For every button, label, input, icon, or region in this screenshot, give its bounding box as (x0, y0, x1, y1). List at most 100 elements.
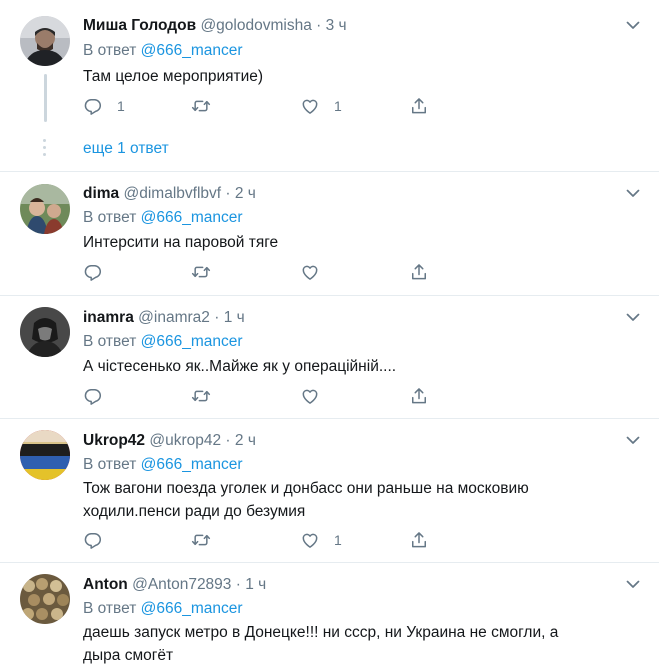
avatar[interactable] (20, 184, 70, 234)
tweet-text: Там целое мероприятие) (83, 68, 264, 85)
share-icon (409, 262, 429, 282)
retweet-icon (191, 386, 211, 406)
share-button[interactable] (409, 95, 429, 117)
retweet-button[interactable] (191, 529, 211, 551)
chevron-down-icon[interactable] (625, 185, 641, 201)
reply-button[interactable]: 1 (83, 95, 125, 117)
tweet-header: Anton @Anton72893 · 1 ч (83, 575, 266, 595)
chevron-down-icon[interactable] (625, 432, 641, 448)
timestamp[interactable]: 1 ч (245, 576, 266, 593)
like-button[interactable]: 1 (300, 529, 342, 551)
reply-prefix: В ответ (83, 42, 137, 59)
share-button[interactable] (409, 261, 429, 283)
reply-icon (83, 386, 103, 406)
author-name[interactable]: Ukrop42 (83, 432, 145, 449)
reply-context: В ответ @666_mancer (83, 208, 243, 228)
tweet-actions (83, 261, 443, 283)
reply-mention-link[interactable]: @666_mancer (141, 456, 243, 473)
tweet-header: Миша Голодов @golodovmisha · 3 ч (83, 16, 347, 36)
share-icon (409, 530, 429, 550)
author-handle[interactable]: @golodovmisha (200, 17, 311, 34)
tweet-actions: 1 (83, 529, 443, 551)
reply-context: В ответ @666_mancer (83, 41, 243, 61)
chevron-down-icon[interactable] (625, 17, 641, 33)
tweet[interactable]: dima @dimalbvflbvf · 2 ч В ответ @666_ma… (0, 172, 659, 296)
reply-prefix: В ответ (83, 456, 137, 473)
like-icon (300, 530, 320, 550)
tweet-text: А чістесенько як..Майже як у операційній… (83, 358, 397, 375)
timestamp[interactable]: 2 ч (235, 432, 256, 449)
share-button[interactable] (409, 385, 429, 407)
show-more-replies-link[interactable]: еще 1 ответ (83, 140, 169, 158)
thread-dots (43, 139, 47, 161)
share-icon (409, 386, 429, 406)
like-icon (300, 262, 320, 282)
separator-dot: · (225, 185, 231, 202)
author-handle[interactable]: @ukrop42 (149, 432, 221, 449)
share-button[interactable] (409, 529, 429, 551)
author-name[interactable]: dima (83, 185, 119, 202)
reply-mention-link[interactable]: @666_mancer (141, 333, 243, 350)
reply-context: В ответ @666_mancer (83, 455, 243, 475)
avatar[interactable] (20, 307, 70, 357)
like-icon (300, 386, 320, 406)
chevron-down-icon[interactable] (625, 309, 641, 325)
tweet-actions (83, 385, 443, 407)
author-handle[interactable]: @dimalbvflbvf (124, 185, 222, 202)
like-count: 1 (334, 532, 342, 548)
like-button[interactable] (300, 261, 320, 283)
avatar[interactable] (20, 430, 70, 480)
author-name[interactable]: Миша Голодов (83, 17, 196, 34)
reply-icon (83, 530, 103, 550)
reply-mention-link[interactable]: @666_mancer (141, 209, 243, 226)
reply-mention-link[interactable]: @666_mancer (141, 600, 243, 617)
chevron-down-icon[interactable] (625, 576, 641, 592)
reply-prefix: В ответ (83, 333, 137, 350)
tweet-actions: 1 1 (83, 95, 443, 117)
tweet[interactable]: Миша Голодов @golodovmisha · 3 ч В ответ… (0, 0, 659, 172)
retweet-icon (191, 262, 211, 282)
author-handle[interactable]: @inamra2 (138, 309, 210, 326)
retweet-icon (191, 96, 211, 116)
timestamp[interactable]: 2 ч (235, 185, 256, 202)
like-count: 1 (334, 98, 342, 114)
author-name[interactable]: Anton (83, 576, 128, 593)
tweet[interactable]: inamra @inamra2 · 1 ч В ответ @666_mance… (0, 296, 659, 419)
retweet-button[interactable] (191, 385, 211, 407)
tweet-text: даешь запуск метро в Донецке!!! ни ссср,… (83, 624, 559, 664)
tweet-header: dima @dimalbvflbvf · 2 ч (83, 184, 256, 204)
tweet[interactable]: Anton @Anton72893 · 1 ч В ответ @666_man… (0, 563, 659, 668)
reply-prefix: В ответ (83, 600, 137, 617)
retweet-button[interactable] (191, 95, 211, 117)
reply-mention-link[interactable]: @666_mancer (141, 42, 243, 59)
author-name[interactable]: inamra (83, 309, 134, 326)
reply-button[interactable] (83, 385, 103, 407)
reply-prefix: В ответ (83, 209, 137, 226)
like-icon (300, 96, 320, 116)
avatar[interactable] (20, 16, 70, 66)
tweet-header: Ukrop42 @ukrop42 · 2 ч (83, 431, 256, 451)
reply-icon (83, 262, 103, 282)
reply-icon (83, 96, 103, 116)
author-handle[interactable]: @Anton72893 (132, 576, 231, 593)
like-button[interactable] (300, 385, 320, 407)
timestamp[interactable]: 3 ч (326, 17, 347, 34)
tweet-text: Тож вагони поезда уголек и донбасс они р… (83, 480, 529, 520)
tweet-header: inamra @inamra2 · 1 ч (83, 308, 245, 328)
separator-dot: · (225, 432, 231, 449)
reply-context: В ответ @666_mancer (83, 332, 243, 352)
retweet-icon (191, 530, 211, 550)
retweet-button[interactable] (191, 261, 211, 283)
reply-context: В ответ @666_mancer (83, 599, 243, 619)
separator-dot: · (316, 17, 322, 34)
timestamp[interactable]: 1 ч (224, 309, 245, 326)
separator-dot: · (235, 576, 241, 593)
tweet[interactable]: Ukrop42 @ukrop42 · 2 ч В ответ @666_manc… (0, 419, 659, 563)
share-icon (409, 96, 429, 116)
reply-button[interactable] (83, 529, 103, 551)
reply-button[interactable] (83, 261, 103, 283)
like-button[interactable]: 1 (300, 95, 342, 117)
separator-dot: · (214, 309, 220, 326)
thread-connector-line (44, 74, 47, 122)
avatar[interactable] (20, 574, 70, 624)
